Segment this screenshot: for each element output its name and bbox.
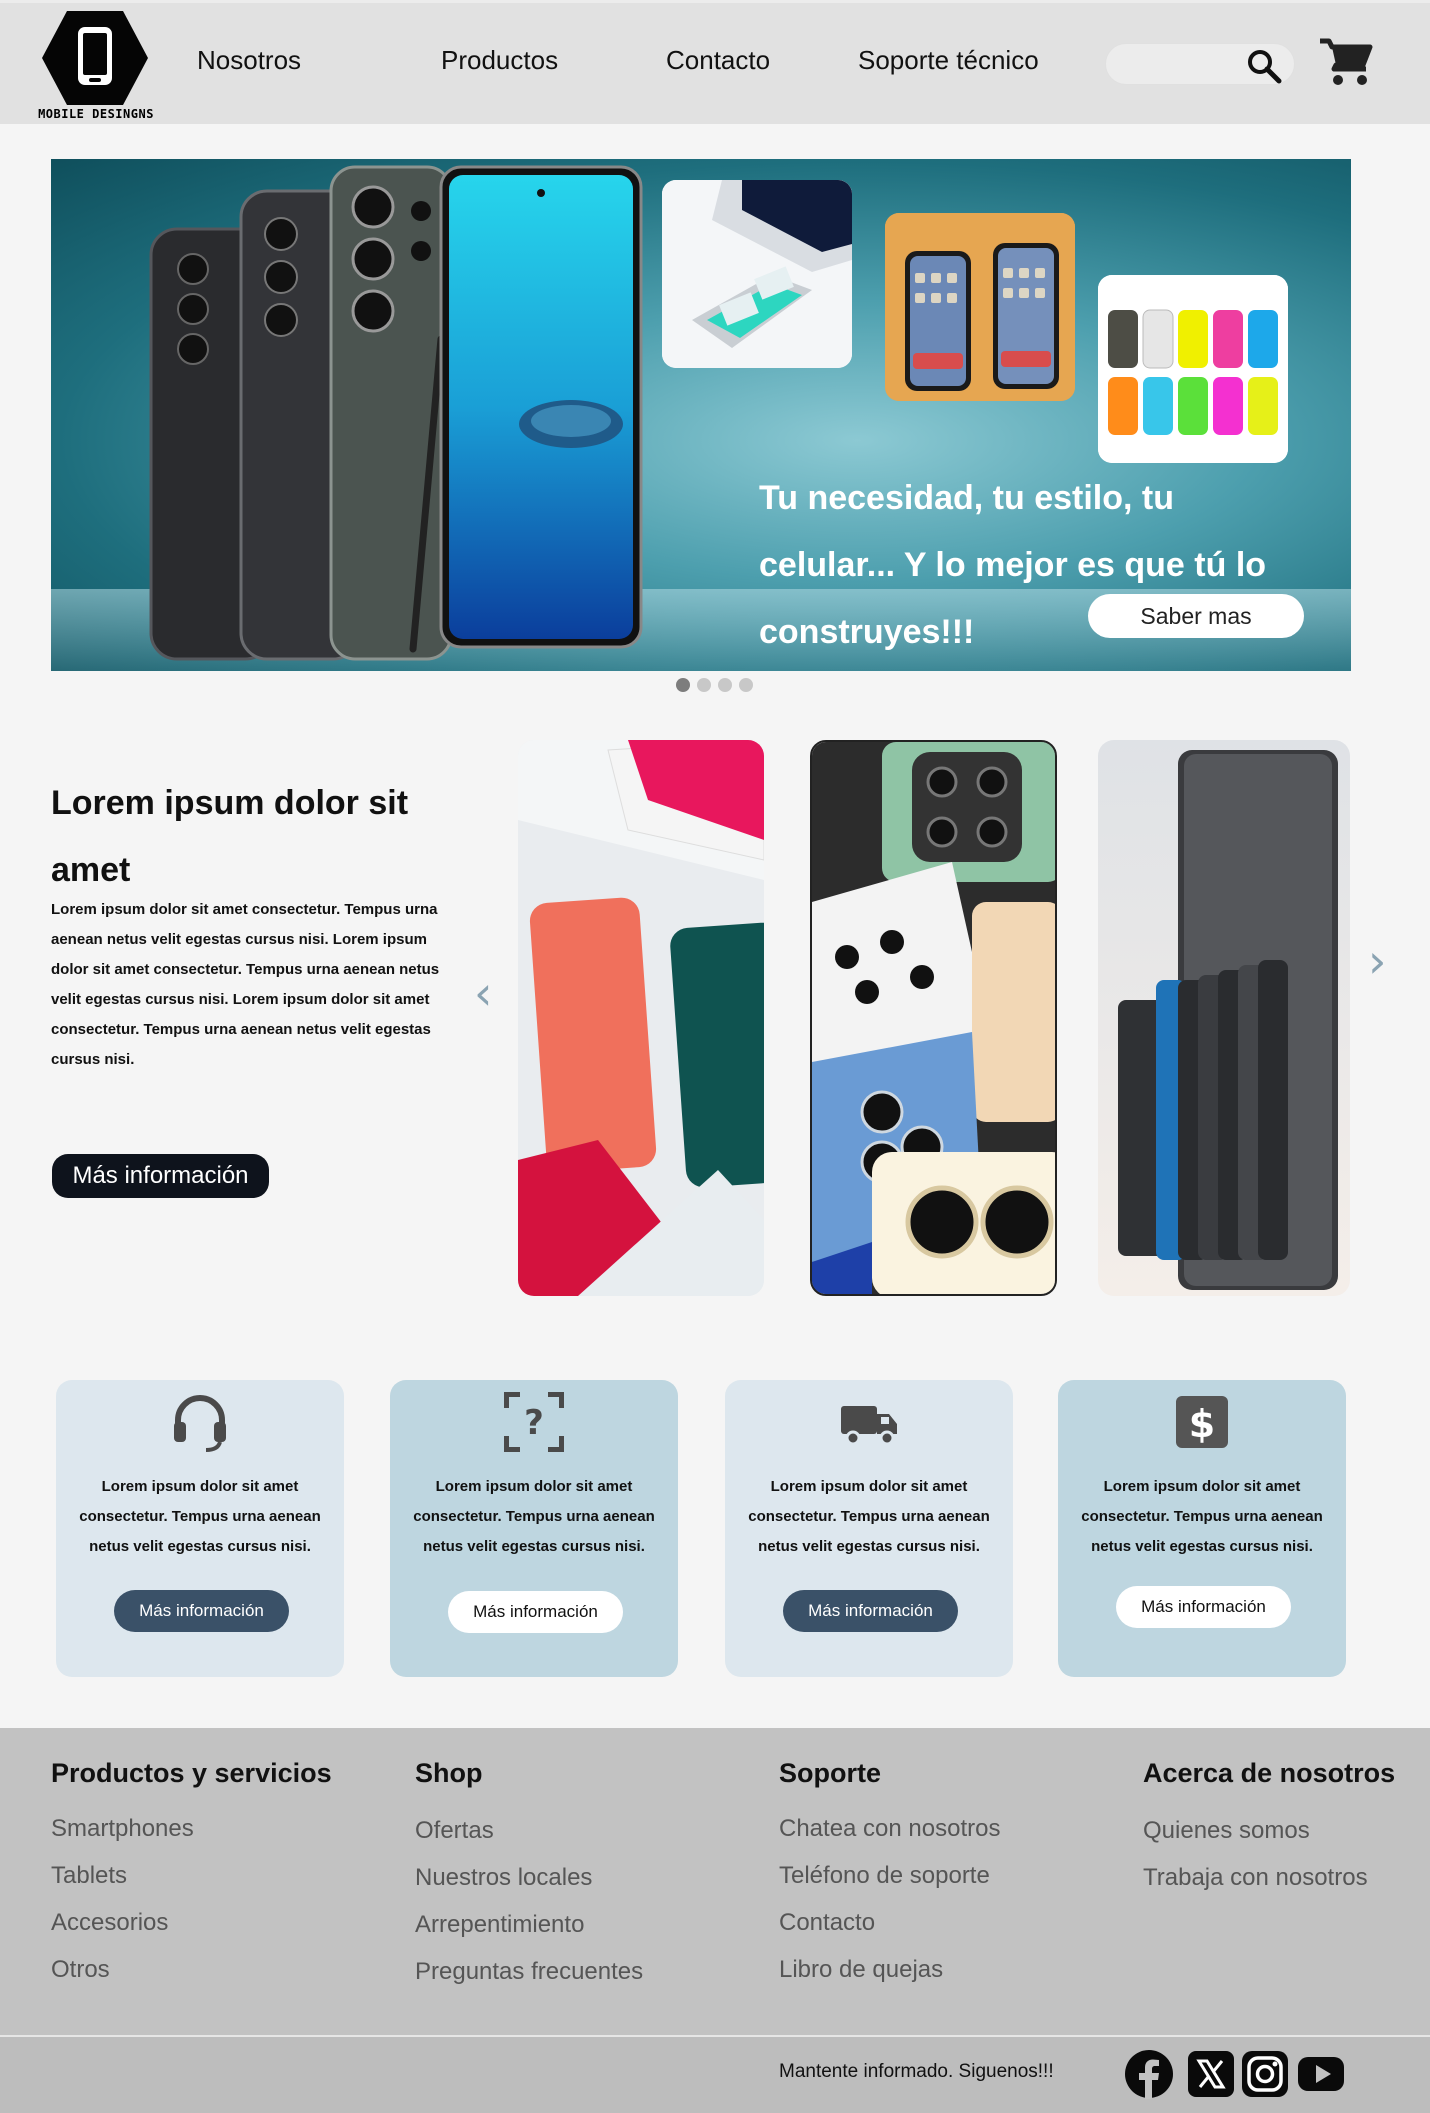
search-box — [1105, 43, 1295, 85]
dollar-icon: $ — [1176, 1396, 1228, 1448]
feature-card-payment: $ Lorem ipsum dolor sit amet consectetur… — [1058, 1380, 1346, 1677]
footer-bottom-bar: Mantente informado. Siguenos!!! — [0, 2037, 1430, 2113]
nav-soporte-tecnico[interactable]: Soporte técnico — [858, 45, 1039, 76]
nav-productos[interactable]: Productos — [441, 45, 558, 76]
nav-contacto[interactable]: Contacto — [666, 45, 770, 76]
footer-link[interactable]: Trabaja con nosotros — [1143, 1864, 1368, 1892]
feature-text: Lorem ipsum dolor sit amet consectetur. … — [413, 1478, 655, 1555]
feature-card-faq: ? Lorem ipsum dolor sit amet consectetur… — [390, 1380, 678, 1677]
phone-logo-icon — [42, 11, 148, 105]
footer-link[interactable]: Arrepentimiento — [415, 1911, 584, 1939]
info-more-button[interactable]: Más información — [52, 1154, 269, 1198]
footer-link[interactable]: Accesorios — [51, 1909, 168, 1937]
svg-text:?: ? — [524, 1403, 544, 1443]
delivery-truck-icon — [841, 1406, 897, 1446]
nav-nosotros[interactable]: Nosotros — [197, 45, 301, 76]
carousel-dot-1[interactable] — [676, 678, 690, 692]
feature-text: Lorem ipsum dolor sit amet consectetur. … — [1081, 1478, 1323, 1555]
hero-thumb-sim-tray[interactable] — [662, 180, 852, 368]
facebook-icon[interactable] — [1124, 2049, 1174, 2099]
brand-name: MOBILE DESINGNS — [38, 107, 154, 121]
feature-text: Lorem ipsum dolor sit amet consectetur. … — [748, 1478, 990, 1555]
footer-link[interactable]: Quienes somos — [1143, 1817, 1310, 1845]
feature-text: Lorem ipsum dolor sit amet consectetur. … — [79, 1478, 321, 1555]
footer-link[interactable]: Chatea con nosotros — [779, 1815, 1000, 1843]
footer-link[interactable]: Teléfono de soporte — [779, 1862, 990, 1890]
youtube-icon[interactable] — [1296, 2049, 1346, 2099]
footer-col-title: Acerca de nosotros — [1143, 1758, 1396, 1788]
carousel-next-arrow[interactable]: › — [1368, 938, 1386, 984]
footer-col-title: Productos y servicios — [51, 1758, 332, 1788]
footer-link[interactable]: Otros — [51, 1956, 110, 1984]
svg-text:$: $ — [1189, 1402, 1215, 1446]
x-twitter-icon[interactable] — [1186, 2049, 1236, 2099]
search-icon[interactable] — [1244, 46, 1284, 86]
site-header: MOBILE DESINGNS Nosotros Productos Conta… — [0, 0, 1430, 124]
product-image-iphones[interactable] — [1098, 740, 1350, 1296]
product-image-cameras[interactable] — [810, 740, 1057, 1296]
feature-more-button[interactable]: Más información — [1116, 1586, 1291, 1628]
carousel-dots — [676, 678, 753, 692]
search-input[interactable] — [1120, 50, 1240, 80]
site-footer: Productos y servicios Smartphones Tablet… — [0, 1728, 1430, 2113]
brand-logo[interactable]: MOBILE DESINGNS — [26, 7, 166, 123]
hero-phones-image — [149, 165, 643, 661]
carousel-dot-4[interactable] — [739, 678, 753, 692]
stay-informed-text: Mantente informado. Siguenos!!! — [779, 2061, 1054, 2082]
instagram-icon[interactable] — [1240, 2049, 1290, 2099]
hero-banner: Tu necesidad, tu estilo, tu celular... Y… — [51, 159, 1351, 671]
feature-more-button[interactable]: Más información — [448, 1591, 623, 1633]
hero-thumb-cases[interactable] — [1098, 275, 1288, 463]
footer-link[interactable]: Ofertas — [415, 1817, 494, 1845]
footer-link[interactable]: Preguntas frecuentes — [415, 1958, 643, 1986]
footer-link[interactable]: Tablets — [51, 1862, 127, 1890]
feature-card-support: Lorem ipsum dolor sit amet consectetur. … — [56, 1380, 344, 1677]
info-title: Lorem ipsum dolor sit amet — [51, 784, 409, 889]
headset-icon — [174, 1395, 226, 1452]
carousel-dot-2[interactable] — [697, 678, 711, 692]
carousel-dot-3[interactable] — [718, 678, 732, 692]
question-scan-icon: ? — [504, 1392, 564, 1452]
footer-col-title: Shop — [415, 1758, 483, 1788]
footer-link[interactable]: Nuestros locales — [415, 1864, 592, 1892]
cart-icon[interactable] — [1318, 35, 1374, 87]
product-image-cases[interactable] — [518, 740, 764, 1296]
footer-link[interactable]: Smartphones — [51, 1815, 194, 1843]
info-body: Lorem ipsum dolor sit amet consectetur. … — [51, 901, 440, 1068]
saber-mas-button[interactable]: Saber mas — [1088, 594, 1304, 638]
carousel-prev-arrow[interactable]: ‹ — [474, 970, 492, 1016]
footer-link[interactable]: Libro de quejas — [779, 1956, 943, 1984]
footer-link[interactable]: Contacto — [779, 1909, 875, 1937]
hero-thumb-two-phones[interactable] — [885, 213, 1075, 401]
footer-col-title: Soporte — [779, 1758, 882, 1788]
feature-card-shipping: Lorem ipsum dolor sit amet consectetur. … — [725, 1380, 1013, 1677]
feature-more-button[interactable]: Más información — [783, 1590, 958, 1632]
feature-more-button[interactable]: Más información — [114, 1590, 289, 1632]
